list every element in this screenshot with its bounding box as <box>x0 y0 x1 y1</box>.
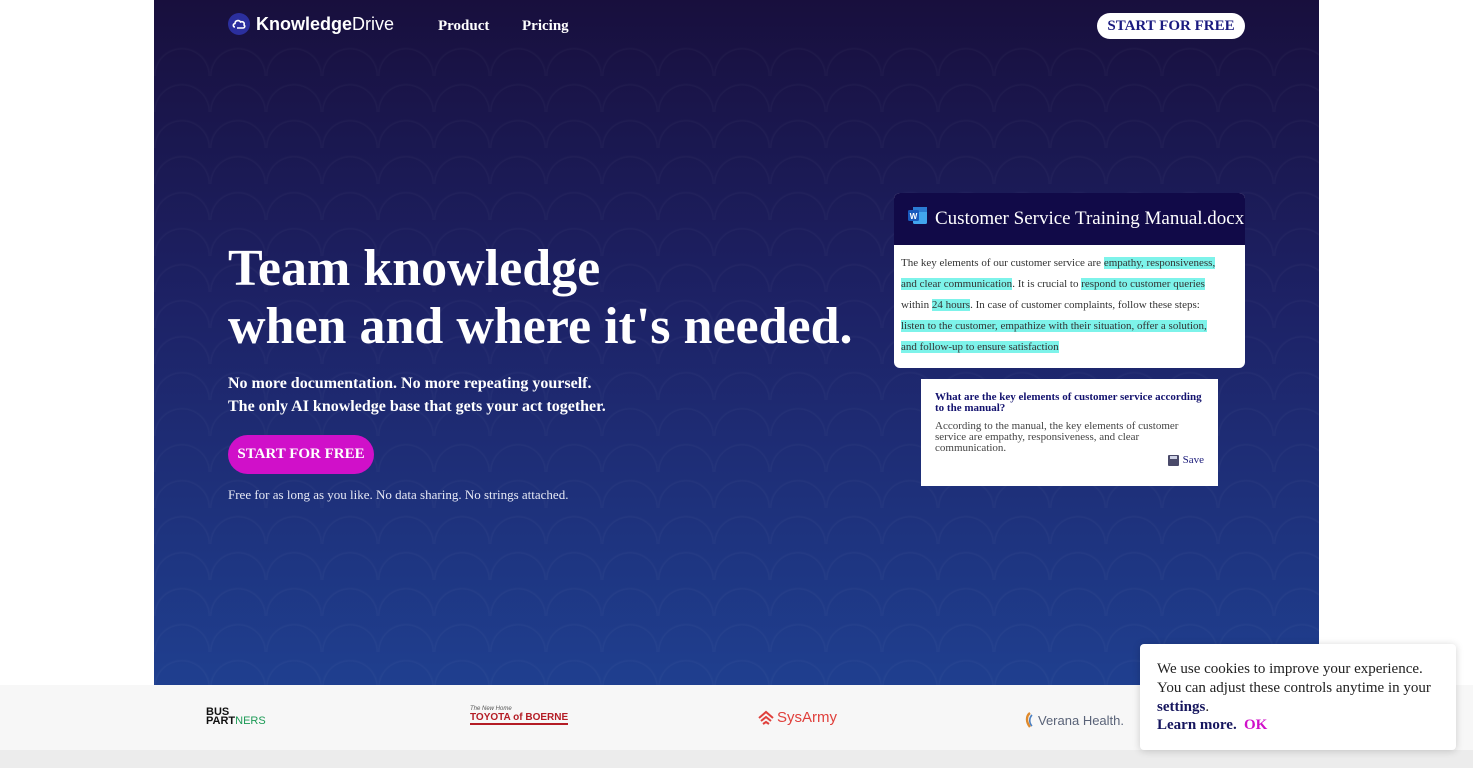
text-segment: within <box>901 299 932 311</box>
svg-text:W: W <box>910 212 918 221</box>
sysarmy-mark-icon <box>758 710 774 725</box>
cookie-learn-more-link[interactable]: Learn more. <box>1157 717 1237 734</box>
toyota-of-boerne-logo: The New Home TOYOTA of BOERNE <box>470 706 569 725</box>
hero-start-free-button[interactable]: START FOR FREE <box>228 435 374 474</box>
text-segment: . It is crucial to <box>1012 278 1082 290</box>
subheadline-line-1: No more documentation. No more repeating… <box>228 375 592 392</box>
highlighted-text-segment: respond to customer queries <box>1081 278 1205 290</box>
text-segment: The key elements of our customer service… <box>901 257 1104 269</box>
save-label: Save <box>1182 454 1204 466</box>
text-segment: . In case of customer complaints, follow… <box>970 299 1200 311</box>
verana-health-logo: Verana Health. <box>1024 712 1124 728</box>
document-header: W Customer Service Training Manual.docx <box>894 193 1245 245</box>
brand-name: KnowledgeDrive <box>256 13 395 34</box>
page-footer-edge <box>0 750 1473 768</box>
document-text: The key elements of our customer service… <box>894 245 1245 358</box>
subheadline-line-2: The only AI knowledge base that gets you… <box>228 398 606 415</box>
qa-answer: According to the manual, the key element… <box>935 420 1179 454</box>
hero-fine-print: Free for as long as you like. No data sh… <box>228 487 569 502</box>
highlighted-text-segment: listen to the customer, empathize with t… <box>901 320 1207 353</box>
brain-cloud-icon <box>228 13 250 35</box>
cookie-ok-button[interactable]: OK <box>1244 717 1267 734</box>
verana-mark-icon <box>1025 712 1033 728</box>
floppy-disk-icon <box>1167 454 1179 466</box>
save-button[interactable]: Save <box>1167 454 1204 466</box>
document-title: Customer Service Training Manual.docx <box>935 208 1245 229</box>
brand-logo[interactable]: KnowledgeDrive <box>228 13 394 35</box>
nav-pricing-link[interactable]: Pricing <box>522 18 569 35</box>
hero-headline: Team knowledge when and where it's neede… <box>228 240 853 356</box>
nav-start-free-button[interactable]: START FOR FREE <box>1097 13 1245 39</box>
sysarmy-logo: SysArmy <box>757 709 837 726</box>
cookie-consent-banner: We use cookies to improve your experienc… <box>1140 644 1456 750</box>
cookie-settings-link[interactable]: settings <box>1157 699 1205 715</box>
headline-line-2: when and where it's needed. <box>228 298 853 355</box>
hero-subheadline: No more documentation. No more repeating… <box>228 372 606 418</box>
qa-answer-card: What are the key elements of customer se… <box>921 379 1218 486</box>
word-doc-icon: W <box>908 206 927 224</box>
bus-partners-logo: BUS PARTNERS <box>206 706 266 727</box>
headline-line-1: Team knowledge <box>228 240 601 297</box>
cookie-message: We use cookies to improve your experienc… <box>1157 661 1431 715</box>
highlighted-text-segment: 24 hours <box>931 299 971 311</box>
nav-product-link[interactable]: Product <box>438 18 489 35</box>
document-preview-card: W Customer Service Training Manual.docx … <box>894 193 1245 368</box>
hero-section: KnowledgeDrive Product Pricing START FOR… <box>154 0 1319 685</box>
qa-question: What are the key elements of customer se… <box>935 391 1202 414</box>
